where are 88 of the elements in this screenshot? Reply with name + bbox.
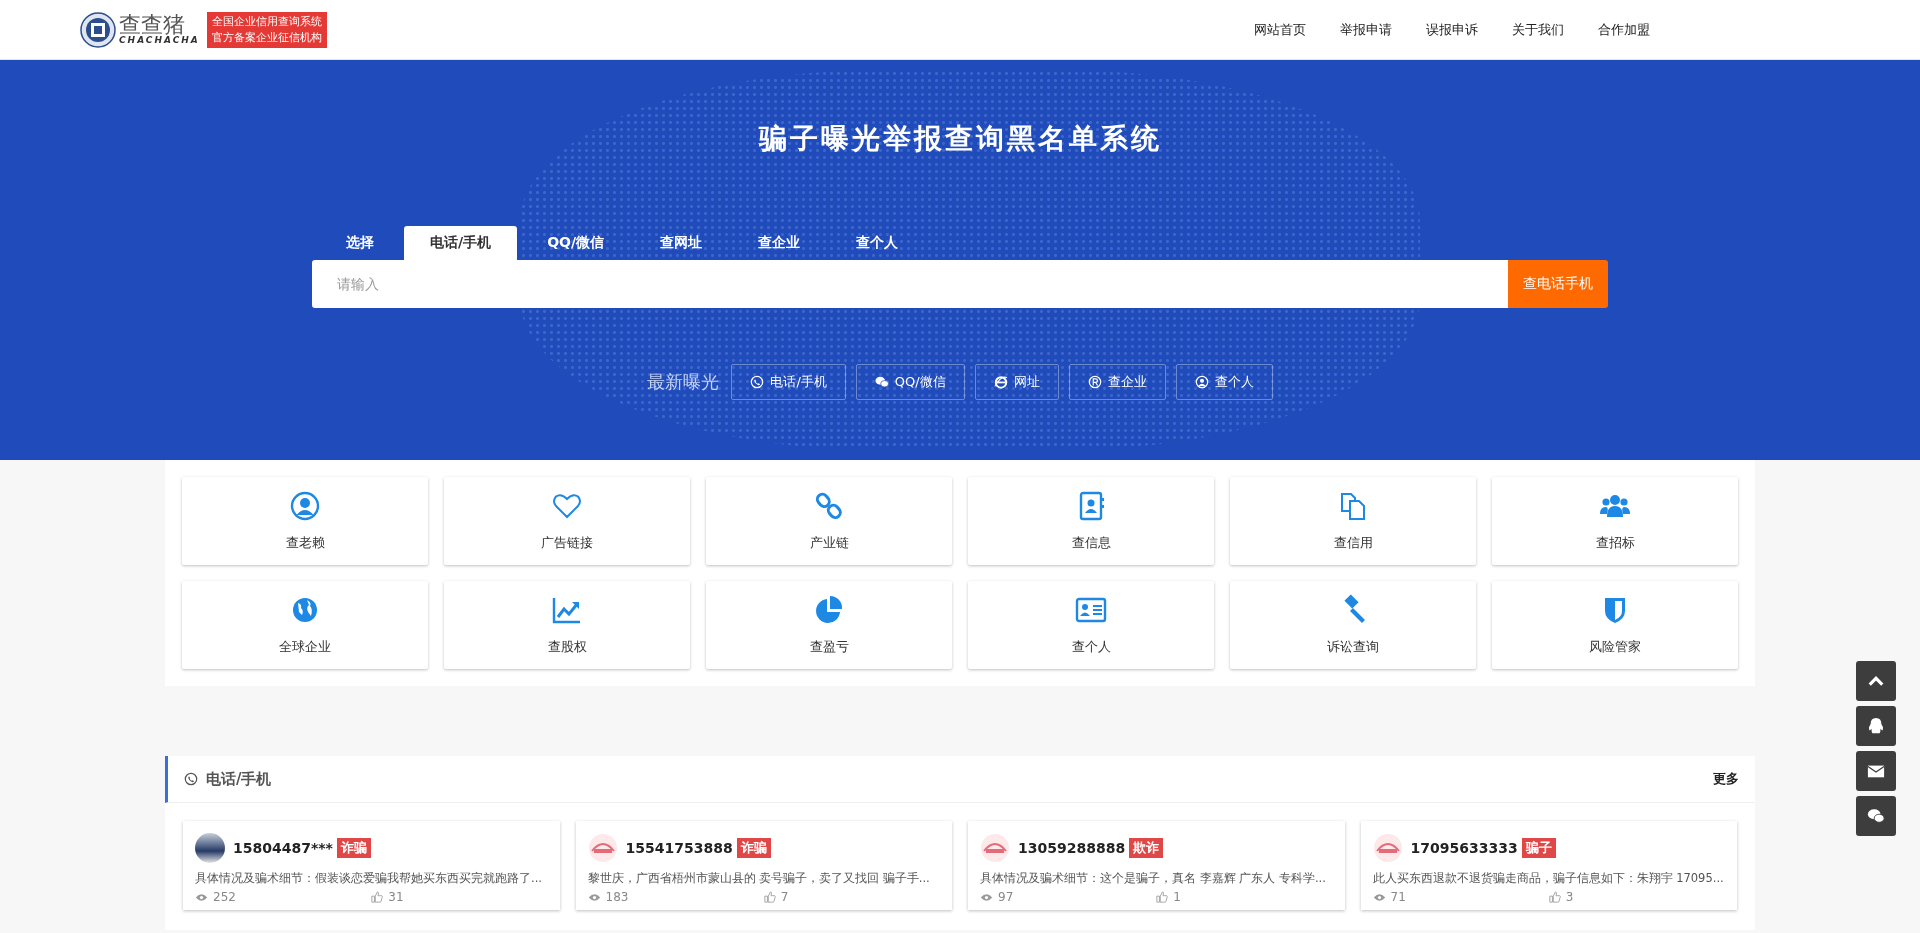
nav-link[interactable]: 误报申诉 xyxy=(1426,20,1478,39)
like-count: 3 xyxy=(1565,890,1574,904)
category-button[interactable]: 查企业 xyxy=(1068,364,1166,400)
back-to-top-button[interactable] xyxy=(1856,661,1896,701)
section-title: 电话/手机 xyxy=(206,769,273,789)
view-count: 183 xyxy=(605,890,629,904)
person-circle-icon xyxy=(289,490,321,522)
service-tile[interactable]: 全球企业 xyxy=(182,581,428,669)
service-tile[interactable]: 广告链接 xyxy=(444,477,690,565)
report-card[interactable]: 13059288888 欺诈 具体情况及骗术细节：这个是骗子，真名 李嘉辉 广东人 专科学... 97 1 xyxy=(968,821,1345,910)
more-link[interactable]: 更多 xyxy=(1713,770,1739,788)
phone-number: 13059288888 xyxy=(1018,840,1126,856)
service-tile[interactable]: 风险管家 xyxy=(1492,581,1738,669)
browser-icon xyxy=(993,375,1008,389)
phone-icon xyxy=(750,375,765,389)
hero-title: 骗子曝光举报查询黑名单系统 xyxy=(758,121,1162,157)
stamp-logo-icon xyxy=(587,833,618,863)
phone-number: 15804487*** xyxy=(233,840,333,856)
service-tile[interactable]: 查个人 xyxy=(968,581,1214,669)
eye-icon xyxy=(980,892,993,902)
fraud-tag: 欺诈 xyxy=(1129,838,1164,858)
service-tile[interactable]: 产业链 xyxy=(706,477,952,565)
logo-latin: CHACHACHA xyxy=(119,36,200,45)
phone-icon xyxy=(184,772,198,786)
view-count: 252 xyxy=(213,890,236,904)
qq-button[interactable] xyxy=(1856,706,1896,746)
search-tab[interactable]: 查个人 xyxy=(830,226,925,260)
eye-icon xyxy=(587,892,601,902)
search-tab[interactable]: QQ/微信 xyxy=(521,226,631,260)
report-description: 具体情况及骗术细节：这个是骗子，真名 李嘉辉 广东人 专科学... xyxy=(980,871,1327,886)
stamp-logo-icon xyxy=(1372,833,1403,863)
registered-icon xyxy=(1087,375,1102,389)
report-description: 此人买东西退款不退货骗走商品，骗子信息如下：朱翔宇 17095... xyxy=(1372,871,1725,886)
service-tile[interactable]: 查股权 xyxy=(444,581,690,669)
emblem-logo-icon xyxy=(80,11,116,48)
eye-icon xyxy=(195,892,208,902)
thumbs-up-icon xyxy=(1548,891,1561,903)
search-tab[interactable]: 查企业 xyxy=(732,226,827,260)
stamp-logo-icon xyxy=(980,833,1010,863)
view-count: 71 xyxy=(1390,890,1406,904)
category-button[interactable]: 电话/手机 xyxy=(731,364,846,400)
service-tile[interactable]: 诉讼查询 xyxy=(1230,581,1476,669)
phone-number: 17095633333 xyxy=(1410,840,1518,856)
fraud-tag: 诈骗 xyxy=(336,838,371,858)
eye-icon xyxy=(1372,892,1386,902)
thumbs-up-icon xyxy=(371,891,384,903)
wechat-icon xyxy=(1866,807,1886,825)
person-icon xyxy=(1194,375,1209,389)
search-tab[interactable]: 电话/手机 xyxy=(404,226,518,260)
phone-number: 15541753888 xyxy=(625,840,733,856)
wechat-icon xyxy=(874,375,889,389)
report-card[interactable]: 15804487*** 诈骗 具体情况及骗术细节：假装谈恋爱骗我帮她买东西买完就跑路了... 252 31 xyxy=(183,821,560,910)
thumbs-up-icon xyxy=(1156,891,1169,903)
like-count: 1 xyxy=(1173,890,1181,904)
thumbs-up-icon xyxy=(763,891,776,903)
nav-link[interactable]: 关于我们 xyxy=(1512,20,1564,39)
report-description: 黎世庆，广西省梧州市蒙山县的 卖号骗子，卖了又找回 骗子手... xyxy=(587,871,931,886)
report-description: 具体情况及骗术细节：假装谈恋爱骗我帮她买东西买完就跑路了... xyxy=(195,871,543,886)
report-card[interactable]: 15541753888 诈骗 黎世庆，广西省梧州市蒙山县的 卖号骗子，卖了又找回 骗子手... 183 7 xyxy=(575,821,952,910)
category-button[interactable]: QQ/微信 xyxy=(855,364,965,400)
pie-icon xyxy=(813,594,845,626)
fraud-tag: 诈骗 xyxy=(736,838,771,858)
penguin-icon xyxy=(1867,717,1885,735)
view-count: 97 xyxy=(998,890,1014,904)
category-button[interactable]: 查个人 xyxy=(1175,364,1273,400)
photo-placeholder xyxy=(195,833,225,863)
link-icon xyxy=(813,490,845,522)
logo-name: 查查猪 xyxy=(119,14,185,36)
report-card[interactable]: 17095633333 骗子 此人买东西退款不退货骗走商品，骗子信息如下：朱翔宇 17095... 71 3 xyxy=(1360,821,1737,910)
nav-link[interactable]: 举报申请 xyxy=(1340,20,1392,39)
latest-label: 最新曝光 xyxy=(647,370,720,394)
search-field[interactable]: 请输入 xyxy=(312,260,1508,308)
service-tile[interactable]: 查招标 xyxy=(1492,477,1738,565)
service-tile[interactable]: 查信息 xyxy=(968,477,1214,565)
like-count: 31 xyxy=(388,890,404,904)
category-button[interactable]: 网址 xyxy=(974,364,1059,400)
fraud-tag: 骗子 xyxy=(1521,838,1556,858)
search-tab[interactable]: 查网址 xyxy=(634,226,729,260)
service-tile[interactable]: 查盈亏 xyxy=(706,581,952,669)
service-tile[interactable]: 查信用 xyxy=(1230,477,1476,565)
email-button[interactable] xyxy=(1856,751,1896,791)
like-count: 7 xyxy=(780,890,789,904)
tagline-badge: 全国企业信用查询系统 官方备案企业征信机构 xyxy=(206,11,327,48)
nav-link[interactable]: 合作加盟 xyxy=(1598,20,1650,39)
search-tab[interactable]: 选择 xyxy=(320,226,400,260)
service-tile[interactable]: 查老赖 xyxy=(182,477,428,565)
nav-link[interactable]: 网站首页 xyxy=(1254,20,1306,39)
wechat-button[interactable] xyxy=(1856,796,1896,836)
